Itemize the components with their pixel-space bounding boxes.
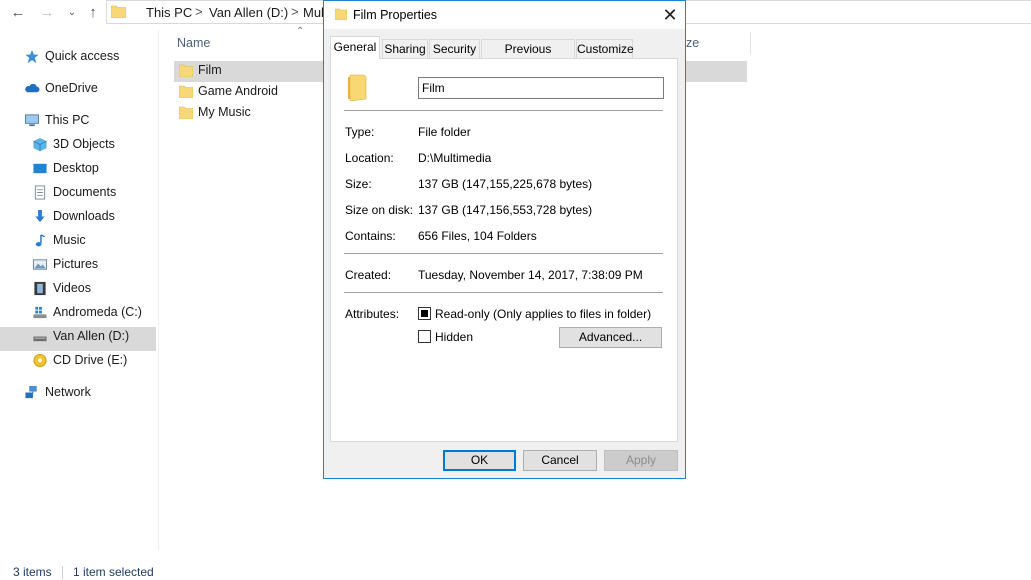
folder-icon [179, 64, 193, 77]
sidebar-item-label: Quick access [45, 49, 120, 63]
tab-security[interactable]: Security [429, 39, 480, 58]
file-row-game-android[interactable]: Game Android [174, 82, 324, 103]
type-label: Type: [345, 125, 375, 139]
close-icon[interactable]: ✕ [657, 4, 683, 26]
sort-ascending-icon: ⌃ [296, 26, 305, 37]
sidebar-item-label: Network [45, 385, 91, 399]
folder-icon [111, 5, 126, 18]
computer-icon [24, 114, 40, 127]
file-name: Game Android [198, 84, 278, 98]
tab-sharing[interactable]: Sharing [382, 39, 428, 58]
folder-icon [335, 8, 347, 20]
sidebar-item-label: Documents [53, 185, 117, 199]
status-item-count: 3 items [13, 565, 52, 579]
breadcrumb-van-allen[interactable]: Van Allen (D:) [209, 5, 288, 20]
sidebar-item-label: 3D Objects [53, 137, 115, 151]
sidebar-item-label: Desktop [53, 161, 99, 175]
sidebar-item-label: Downloads [53, 209, 115, 223]
sidebar-item-label: OneDrive [45, 81, 98, 95]
document-icon [34, 185, 46, 200]
forward-arrow-icon[interactable]: → [37, 3, 57, 23]
folder-large-icon [348, 74, 367, 101]
sidebar-item-label: This PC [45, 113, 90, 127]
ok-button[interactable]: OK [443, 450, 516, 471]
column-divider[interactable] [750, 32, 751, 54]
divider [344, 292, 663, 293]
drive-icon [33, 336, 47, 342]
size-value: 137 GB (147,155,225,678 bytes) [418, 177, 593, 191]
readonly-checkbox[interactable] [418, 307, 431, 320]
dialog-titlebar[interactable]: Film Properties ✕ [324, 1, 685, 29]
pane-divider[interactable] [158, 30, 159, 550]
music-icon [35, 234, 46, 247]
attributes-label: Attributes: [345, 307, 400, 321]
sidebar-item-label: Music [53, 233, 86, 247]
file-name: Film [198, 63, 222, 77]
divider [344, 110, 663, 111]
tab-customize[interactable]: Customize [576, 39, 634, 58]
location-value: D:\Multimedia [418, 151, 492, 165]
pictures-icon [32, 259, 48, 270]
advanced-button[interactable]: Advanced... [559, 327, 662, 348]
size-label: Size: [345, 177, 372, 191]
type-value: File folder [418, 125, 471, 139]
readonly-label[interactable]: Read-only (Only applies to files in fold… [435, 307, 651, 321]
network-icon [25, 385, 37, 399]
contains-label: Contains: [345, 229, 396, 243]
breadcrumb-separator-icon[interactable]: > [195, 4, 203, 19]
status-divider [62, 566, 63, 579]
general-tab-panel [330, 58, 678, 442]
file-name: My Music [198, 105, 251, 119]
breadcrumb-multimedia[interactable]: Mul [303, 5, 324, 20]
column-header-size[interactable]: ze [686, 36, 699, 50]
size-on-disk-value: 137 GB (147,156,553,728 bytes) [418, 203, 593, 217]
star-icon [25, 49, 39, 64]
cloud-icon [25, 83, 40, 93]
sidebar-item-label: Pictures [53, 257, 99, 271]
size-on-disk-label: Size on disk: [345, 203, 414, 217]
navigation-pane: Quick access OneDrive This PC 3D Objects… [0, 30, 158, 550]
windows-drive-icon [33, 306, 47, 319]
hidden-checkbox[interactable] [418, 330, 431, 343]
hidden-label[interactable]: Hidden [435, 330, 473, 344]
properties-dialog: Film Properties ✕ General Sharing Securi… [323, 0, 686, 479]
created-label: Created: [345, 268, 392, 282]
folder-icon [179, 106, 193, 119]
tab-general[interactable]: General [330, 36, 380, 59]
video-icon [34, 281, 46, 296]
back-arrow-icon[interactable]: ← [8, 3, 28, 23]
divider [344, 253, 663, 254]
contains-value: 656 Files, 104 Folders [418, 229, 537, 243]
file-row-my-music[interactable]: My Music [174, 103, 324, 124]
dialog-title: Film Properties [353, 8, 438, 22]
status-selection-count: 1 item selected [73, 565, 154, 579]
location-label: Location: [345, 151, 394, 165]
created-value: Tuesday, November 14, 2017, 7:38:09 PM [418, 268, 643, 282]
breadcrumb-separator-icon[interactable]: > [291, 4, 299, 19]
sidebar-item-label: Videos [53, 281, 91, 295]
cube-icon [33, 137, 47, 152]
cd-drive-icon [33, 353, 47, 368]
sidebar-item-label: CD Drive (E:) [53, 353, 128, 367]
sidebar-item-label: Van Allen (D:) [53, 329, 130, 343]
tab-previous-versions[interactable]: Previous Versions [481, 39, 575, 74]
recent-locations-chevron-icon[interactable]: ⌄ [62, 3, 82, 23]
download-icon [35, 209, 45, 223]
column-header-name[interactable]: Name [177, 36, 210, 50]
up-arrow-icon[interactable]: ↑ [83, 3, 103, 23]
breadcrumb-this-pc[interactable]: This PC [146, 5, 192, 20]
sidebar-item-label: Andromeda (C:) [53, 305, 142, 319]
folder-name-input[interactable]: Film [418, 77, 664, 99]
apply-button[interactable]: Apply [604, 450, 678, 471]
cancel-button[interactable]: Cancel [523, 450, 597, 471]
folder-icon [179, 85, 193, 98]
desktop-icon [33, 163, 47, 174]
